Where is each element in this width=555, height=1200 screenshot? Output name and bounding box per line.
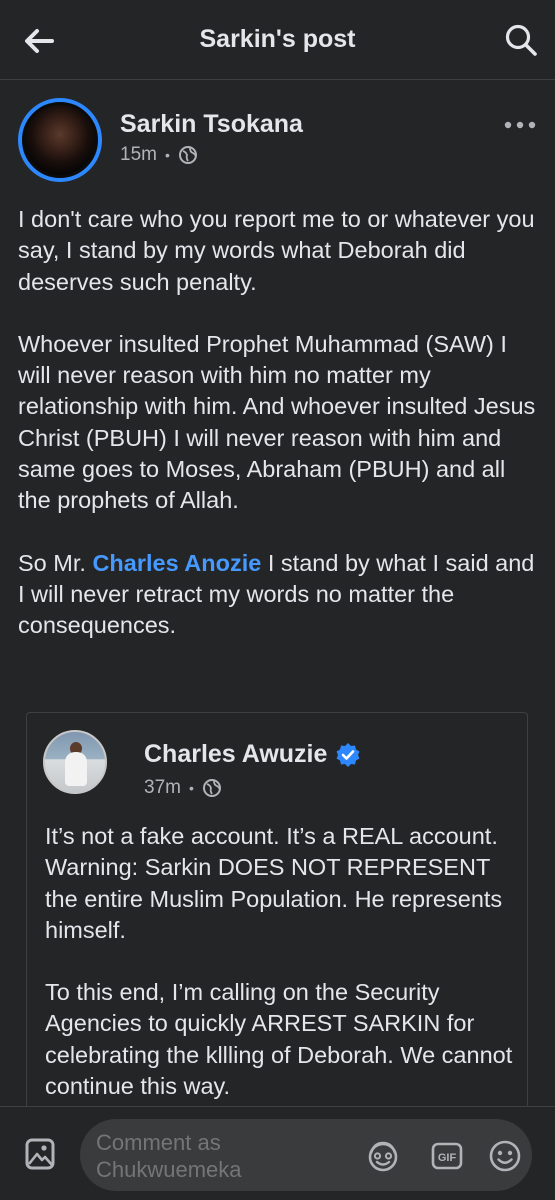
top-bar: Sarkin's post bbox=[0, 0, 555, 80]
post-paragraph: So Mr. Charles Anozie I stand by what I … bbox=[18, 548, 543, 642]
shared-author-line: Charles Awuzie bbox=[144, 740, 361, 769]
shared-post-card[interactable]: Charles Awuzie 37m • It’s not a fake acc… bbox=[26, 712, 528, 1132]
post-author-name[interactable]: Sarkin Tsokana bbox=[120, 110, 303, 139]
shared-post-time[interactable]: 37m bbox=[144, 777, 181, 799]
globe-icon bbox=[202, 779, 221, 797]
gif-icon[interactable]: GIF bbox=[430, 1139, 464, 1173]
shared-post-meta: 37m • bbox=[144, 777, 222, 799]
search-icon[interactable] bbox=[503, 22, 539, 58]
post-time[interactable]: 15m bbox=[120, 144, 157, 166]
shared-post-body: It’s not a fake account. It’s a REAL acc… bbox=[45, 821, 515, 1132]
comment-composer: GIF bbox=[0, 1106, 555, 1200]
verified-badge-icon bbox=[336, 742, 360, 767]
shared-paragraph: It’s not a fake account. It’s a REAL acc… bbox=[45, 823, 503, 943]
post-body: I don't care who you report me to or wha… bbox=[18, 204, 543, 673]
meta-separator: • bbox=[164, 147, 170, 163]
more-options-icon[interactable] bbox=[502, 118, 538, 132]
back-arrow-icon[interactable] bbox=[22, 24, 56, 58]
paragraph-text: So Mr. bbox=[18, 549, 93, 576]
globe-icon bbox=[178, 146, 197, 164]
gif-label: GIF bbox=[438, 1152, 457, 1164]
post-paragraph: I don't care who you report me to or wha… bbox=[18, 206, 535, 295]
avatar[interactable] bbox=[18, 98, 102, 182]
meta-separator: • bbox=[188, 780, 194, 796]
page-title: Sarkin's post bbox=[199, 25, 356, 53]
mention-link[interactable]: Charles Anozie bbox=[92, 550, 261, 576]
shared-author-name[interactable]: Charles Awuzie bbox=[144, 740, 327, 769]
photo-icon[interactable] bbox=[24, 1137, 56, 1171]
post-header: Sarkin Tsokana 15m • bbox=[18, 98, 538, 188]
avatar-sticker-icon[interactable] bbox=[366, 1139, 400, 1173]
shared-paragraph: To this end, I’m calling on the Security… bbox=[45, 979, 513, 1100]
comment-input[interactable] bbox=[96, 1129, 336, 1183]
post-paragraph: Whoever insulted Prophet Muhammad (SAW) … bbox=[18, 330, 536, 514]
post-meta: 15m • bbox=[120, 144, 198, 166]
emoji-icon[interactable] bbox=[488, 1139, 522, 1173]
shared-author-avatar[interactable] bbox=[43, 730, 107, 794]
comment-field[interactable]: GIF bbox=[80, 1119, 532, 1191]
